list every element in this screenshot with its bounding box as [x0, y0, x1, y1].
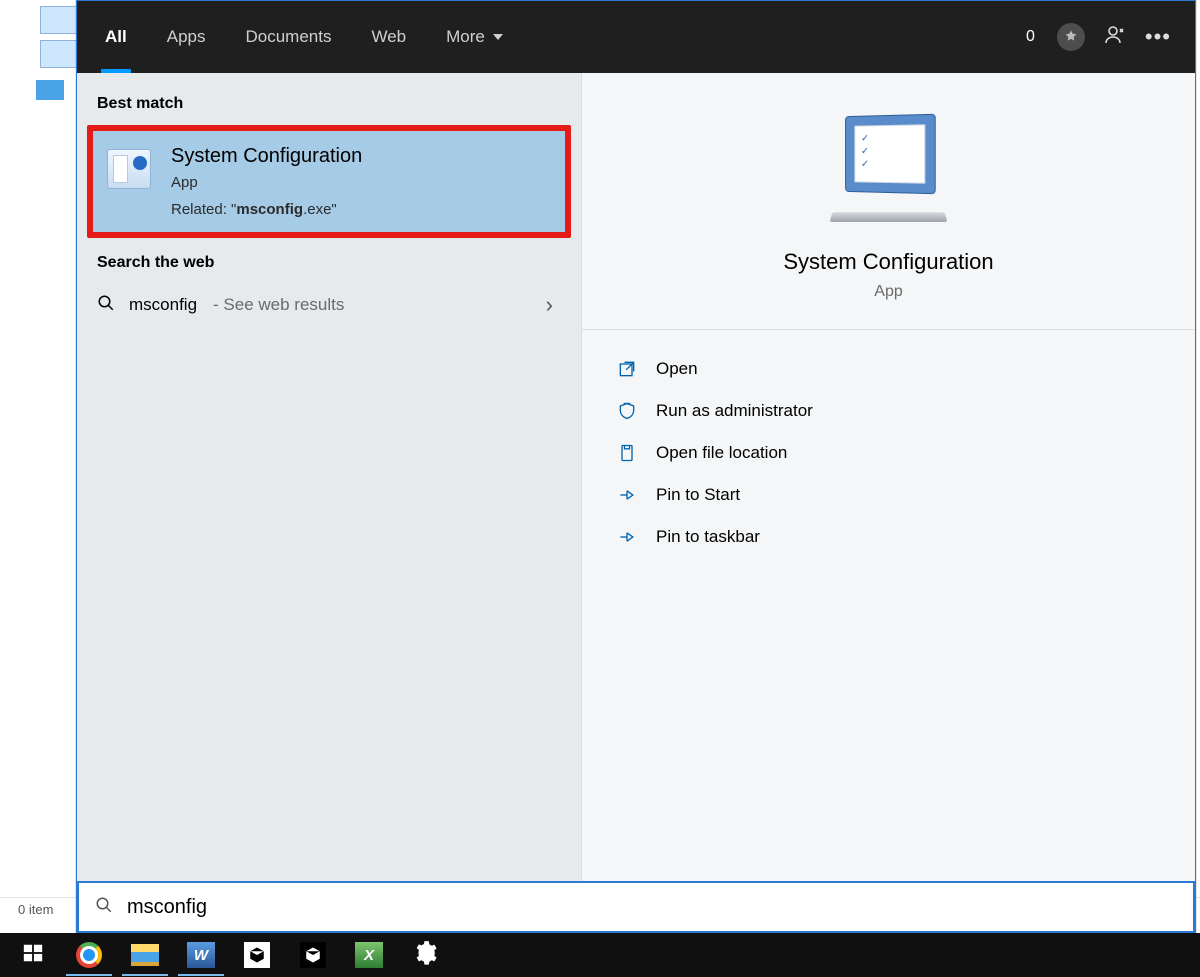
category-tab-apps[interactable]: Apps: [147, 1, 226, 73]
folder-icon: [616, 442, 638, 464]
web-result-row[interactable]: msconfig - See web results ›: [77, 284, 581, 326]
pin-icon: [616, 484, 638, 506]
action-label: Pin to taskbar: [656, 527, 760, 547]
taskbar-item-file-explorer[interactable]: [118, 934, 172, 976]
pin-icon: [616, 526, 638, 548]
category-tab-web[interactable]: Web: [351, 1, 426, 73]
taskbar: W X: [0, 933, 1200, 977]
action-label: Run as administrator: [656, 401, 813, 421]
best-match-type: App: [171, 174, 362, 191]
search-input[interactable]: [127, 896, 1177, 919]
web-result-suffix: - See web results: [213, 295, 344, 315]
best-match-heading: Best match: [77, 87, 581, 125]
search-web-heading: Search the web: [77, 246, 581, 284]
explorer-item-count: 0 item: [18, 902, 53, 917]
action-open[interactable]: Open: [582, 348, 1195, 390]
taskbar-item-excel[interactable]: X: [342, 934, 396, 976]
unity-icon: [300, 942, 326, 968]
rewards-count: 0: [1026, 28, 1035, 46]
taskbar-item-chrome[interactable]: [62, 934, 116, 976]
preview-column: System Configuration App Open Run as adm…: [581, 73, 1195, 881]
rewards-medal-icon[interactable]: [1057, 23, 1085, 51]
shield-icon: [616, 400, 638, 422]
action-pin-taskbar[interactable]: Pin to taskbar: [582, 516, 1195, 558]
background-folder-icon: [36, 80, 64, 100]
chevron-right-icon: ›: [546, 292, 553, 318]
options-ellipsis-icon[interactable]: •••: [1145, 24, 1171, 50]
results-column: Best match System Configuration App Rela…: [77, 73, 581, 881]
search-icon: [95, 896, 113, 919]
open-icon: [616, 358, 638, 380]
preview-title: System Configuration: [783, 249, 993, 275]
search-input-box[interactable]: [77, 881, 1195, 933]
action-label: Pin to Start: [656, 485, 740, 505]
unity-icon: [244, 942, 270, 968]
chevron-down-icon: [493, 34, 503, 40]
gear-icon: [412, 940, 438, 971]
best-match-result[interactable]: System Configuration App Related: "mscon…: [87, 125, 571, 238]
category-tab-documents[interactable]: Documents: [225, 1, 351, 73]
best-match-related: Related: "msconfig.exe": [171, 201, 362, 218]
category-tab-more[interactable]: More: [426, 1, 523, 73]
action-label: Open file location: [656, 443, 787, 463]
preview-actions: Open Run as administrator Open file loca…: [582, 330, 1195, 576]
file-explorer-icon: [131, 944, 159, 966]
taskbar-item-unity-hub[interactable]: [230, 934, 284, 976]
action-run-admin[interactable]: Run as administrator: [582, 390, 1195, 432]
word-icon: W: [187, 942, 215, 968]
preview-app-icon-base: [830, 212, 948, 222]
taskbar-item-unity[interactable]: [286, 934, 340, 976]
taskbar-start-button[interactable]: [6, 934, 60, 976]
chrome-icon: [76, 942, 102, 968]
excel-icon: X: [355, 942, 383, 968]
category-tab-all[interactable]: All: [85, 1, 147, 73]
action-open-location[interactable]: Open file location: [582, 432, 1195, 474]
taskbar-item-settings[interactable]: [398, 934, 452, 976]
search-icon: [97, 294, 115, 317]
preview-app-icon: [845, 114, 936, 194]
action-label: Open: [656, 359, 698, 379]
preview-type: App: [874, 283, 902, 301]
taskbar-item-word[interactable]: W: [174, 934, 228, 976]
action-pin-start[interactable]: Pin to Start: [582, 474, 1195, 516]
system-configuration-icon: [107, 149, 151, 189]
search-category-bar: All Apps Documents Web More 0 •••: [77, 1, 1195, 73]
web-result-query: msconfig: [129, 295, 197, 315]
start-search-panel: All Apps Documents Web More 0 ••• Best m…: [76, 0, 1196, 934]
best-match-title: System Configuration: [171, 145, 362, 168]
profile-icon[interactable]: [1103, 23, 1127, 52]
windows-start-icon: [22, 942, 44, 969]
